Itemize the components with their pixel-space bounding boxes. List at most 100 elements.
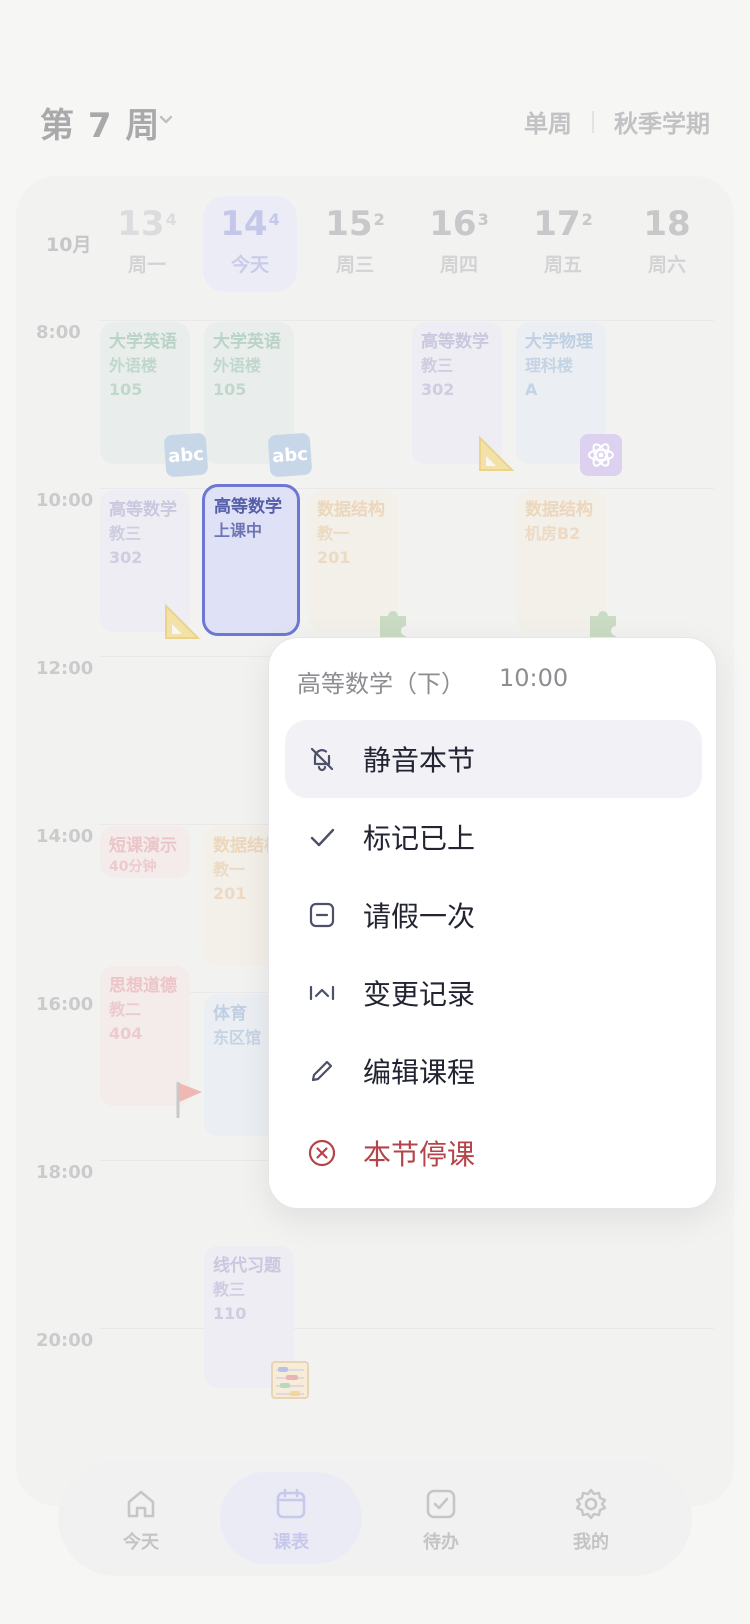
hour-gridline bbox=[100, 1328, 714, 1329]
triangle-ruler-icon bbox=[479, 435, 515, 471]
triangle-ruler-icon bbox=[165, 603, 201, 639]
menu-item-change-log[interactable]: 变更记录 bbox=[285, 954, 702, 1032]
menu-header: 高等数学（下） 10:00 bbox=[297, 664, 568, 699]
course-name: 线代习题 bbox=[213, 1256, 281, 1276]
course-duration: 40分钟 bbox=[109, 859, 157, 875]
time-label: 20:00 bbox=[36, 1330, 94, 1351]
nav-label: 我的 bbox=[573, 1532, 609, 1553]
menu-item-mark-attended[interactable]: 标记已上 bbox=[285, 798, 702, 876]
course-room: 教一 bbox=[317, 524, 350, 543]
course-name: 数据结构 bbox=[317, 500, 385, 520]
x-circle-icon bbox=[307, 1138, 337, 1168]
time-label: 12:00 bbox=[36, 658, 94, 679]
hour-gridline bbox=[100, 320, 714, 321]
day-number: 14 bbox=[220, 204, 268, 244]
course-room: 机房B2 bbox=[525, 524, 581, 543]
day-header-mon[interactable]: 134 周一 bbox=[100, 196, 194, 292]
course-room: 理科楼 bbox=[525, 356, 574, 375]
course-room: 教三 bbox=[213, 1280, 246, 1299]
time-label: 8:00 bbox=[36, 322, 81, 343]
day-header-thu[interactable]: 163 周四 bbox=[412, 196, 506, 292]
bell-off-icon bbox=[307, 744, 337, 774]
abacus-icon bbox=[271, 1361, 309, 1399]
week-selector[interactable]: 第 7 周 bbox=[40, 98, 160, 147]
header-right: 单周 秋季学期 bbox=[524, 104, 710, 139]
menu-item-label: 标记已上 bbox=[363, 822, 476, 855]
day-count-badge: 2 bbox=[581, 210, 593, 229]
menu-item-label: 请假一次 bbox=[363, 900, 476, 933]
time-label: 18:00 bbox=[36, 1162, 94, 1183]
abc-sticker-icon: abc bbox=[163, 432, 209, 478]
menu-item-edit-course[interactable]: 编辑课程 bbox=[285, 1032, 702, 1110]
nav-profile[interactable]: 我的 bbox=[520, 1472, 662, 1564]
course-room-number: 201 bbox=[317, 548, 351, 567]
day-header-today[interactable]: 144 今天 bbox=[203, 196, 297, 292]
time-label: 16:00 bbox=[36, 994, 94, 1015]
nav-label: 今天 bbox=[123, 1532, 159, 1553]
course-room-number: 302 bbox=[421, 380, 455, 399]
day-count-badge: 4 bbox=[165, 210, 177, 229]
course-name: 高等数学 bbox=[109, 500, 177, 520]
chevron-down-icon[interactable] bbox=[158, 111, 174, 127]
pencil-icon bbox=[307, 1056, 337, 1086]
gear-icon bbox=[520, 1484, 662, 1524]
day-header-fri[interactable]: 172 周五 bbox=[516, 196, 610, 292]
weekday-label: 周一 bbox=[127, 254, 166, 276]
course-room-number: 110 bbox=[213, 1304, 247, 1323]
weekday-label: 周六 bbox=[647, 254, 686, 276]
course-room: 教二 bbox=[109, 1000, 142, 1019]
bottom-nav: 今天 课表 待办 我的 bbox=[58, 1460, 692, 1576]
course-block[interactable]: 短课演示 40分钟 bbox=[100, 826, 190, 878]
abc-sticker-icon: abc bbox=[267, 432, 313, 478]
course-room-number: 302 bbox=[109, 548, 143, 567]
course-room: 教三 bbox=[421, 356, 454, 375]
time-label: 14:00 bbox=[36, 826, 94, 847]
menu-item-leave[interactable]: 请假一次 bbox=[285, 876, 702, 954]
time-label: 10:00 bbox=[36, 490, 94, 511]
course-status: 上课中 bbox=[214, 521, 263, 540]
current-course-block[interactable]: 高等数学 上课中 bbox=[202, 484, 300, 636]
weekday-label: 今天 bbox=[230, 254, 269, 276]
atom-icon bbox=[580, 434, 622, 476]
course-room-number: 404 bbox=[109, 1024, 143, 1043]
nav-label: 课表 bbox=[273, 1532, 309, 1553]
day-number: 15 bbox=[325, 204, 373, 244]
nav-today[interactable]: 今天 bbox=[70, 1472, 212, 1564]
day-count-badge: 3 bbox=[477, 210, 489, 229]
day-number: 16 bbox=[429, 204, 477, 244]
menu-item-mute[interactable]: 静音本节 bbox=[285, 720, 702, 798]
minus-square-icon bbox=[307, 900, 337, 930]
week-mode-toggle[interactable]: 单周 bbox=[524, 104, 572, 139]
course-room: 外语楼 bbox=[213, 356, 262, 375]
course-name: 高等数学 bbox=[421, 332, 489, 352]
history-icon bbox=[307, 978, 337, 1008]
nav-timetable[interactable]: 课表 bbox=[220, 1472, 362, 1564]
course-context-menu: 高等数学（下） 10:00 静音本节 标记已上 请假一次 变更记录 编辑课程 本… bbox=[268, 637, 717, 1209]
checkbox-icon bbox=[370, 1484, 512, 1524]
course-room-number: 105 bbox=[213, 380, 247, 399]
day-count-badge: 4 bbox=[268, 210, 280, 229]
course-name: 短课演示 bbox=[109, 836, 177, 856]
course-room: 教三 bbox=[109, 524, 142, 543]
course-name: 思想道德 bbox=[109, 976, 177, 996]
menu-item-cancel-class[interactable]: 本节停课 bbox=[285, 1114, 702, 1192]
day-number: 17 bbox=[533, 204, 581, 244]
weekday-label: 周三 bbox=[335, 254, 374, 276]
home-icon bbox=[70, 1484, 212, 1524]
hour-gridline bbox=[100, 488, 714, 489]
menu-item-label: 编辑课程 bbox=[363, 1056, 476, 1089]
day-number: 18 bbox=[643, 204, 691, 244]
course-room: 外语楼 bbox=[109, 356, 158, 375]
day-number: 13 bbox=[117, 204, 165, 244]
term-selector[interactable]: 秋季学期 bbox=[614, 104, 710, 139]
nav-todo[interactable]: 待办 bbox=[370, 1472, 512, 1564]
day-header-sat[interactable]: 18 周六 bbox=[620, 196, 714, 292]
weekday-label: 周五 bbox=[543, 254, 582, 276]
calendar-icon bbox=[220, 1484, 362, 1524]
course-name: 大学英语 bbox=[109, 332, 177, 352]
day-count-badge: 2 bbox=[373, 210, 385, 229]
day-header-wed[interactable]: 152 周三 bbox=[308, 196, 402, 292]
nav-label: 待办 bbox=[423, 1532, 459, 1553]
course-name: 高等数学 bbox=[214, 497, 282, 517]
menu-item-label: 变更记录 bbox=[363, 978, 476, 1011]
